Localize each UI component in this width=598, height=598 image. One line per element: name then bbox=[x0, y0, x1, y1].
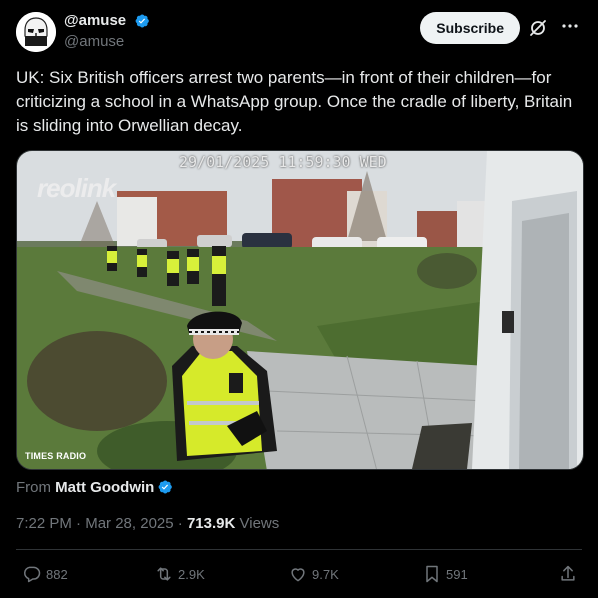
from-attribution: From Matt Goodwin bbox=[16, 479, 173, 496]
share-button[interactable] bbox=[558, 562, 582, 586]
bookmark-icon bbox=[426, 565, 438, 583]
bookmark-button[interactable]: 591 bbox=[422, 562, 468, 586]
author-display-name[interactable]: @amuse bbox=[64, 12, 126, 29]
reply-count: 882 bbox=[46, 566, 68, 582]
repost-button[interactable]: 2.9K bbox=[154, 562, 205, 586]
camera-timestamp-overlay: 29/01/2025 11:59:30 WED bbox=[179, 153, 387, 171]
like-count: 9.7K bbox=[312, 566, 339, 582]
heart-icon bbox=[291, 568, 305, 582]
reply-button[interactable]: 882 bbox=[22, 562, 68, 586]
divider bbox=[16, 549, 582, 550]
more-icon[interactable] bbox=[560, 16, 580, 36]
verified-badge-icon bbox=[158, 480, 173, 494]
views-count: 713.9K bbox=[186, 515, 236, 532]
share-icon bbox=[561, 565, 575, 581]
source-tag: TIMES RADIO bbox=[25, 451, 87, 461]
author-block: @amuse @amuse bbox=[64, 12, 150, 50]
post-meta: 7:22 PM · Mar 28, 2025 · 713.9K Views bbox=[16, 515, 280, 532]
repost-count: 2.9K bbox=[178, 566, 205, 582]
views-label: Views bbox=[239, 515, 280, 532]
post-time[interactable]: 7:22 PM bbox=[16, 515, 72, 532]
from-name[interactable]: Matt Goodwin bbox=[55, 479, 154, 496]
author-handle[interactable]: @amuse bbox=[64, 33, 150, 50]
from-prefix: From bbox=[16, 479, 51, 496]
bookmark-count: 591 bbox=[446, 566, 468, 582]
post-header: @amuse @amuse Subscribe bbox=[16, 10, 582, 54]
action-bar: 882 2.9K 9.7K 591 bbox=[16, 562, 582, 586]
verified-badge-icon bbox=[135, 14, 149, 28]
stormtrooper-avatar-icon bbox=[16, 12, 56, 52]
tweet-text: UK: Six British officers arrest two pare… bbox=[16, 68, 573, 135]
avatar[interactable] bbox=[16, 12, 56, 52]
post-date[interactable]: Mar 28, 2025 bbox=[85, 515, 173, 532]
repost-icon bbox=[157, 567, 171, 581]
subscribe-button[interactable]: Subscribe bbox=[420, 12, 520, 44]
grok-icon[interactable] bbox=[528, 18, 548, 38]
like-button[interactable]: 9.7K bbox=[288, 562, 339, 586]
camera-watermark: reolink bbox=[37, 173, 116, 203]
video-media[interactable]: 29/01/2025 11:59:30 WED reolink TIMES RA… bbox=[16, 150, 584, 470]
reply-icon bbox=[24, 566, 41, 583]
